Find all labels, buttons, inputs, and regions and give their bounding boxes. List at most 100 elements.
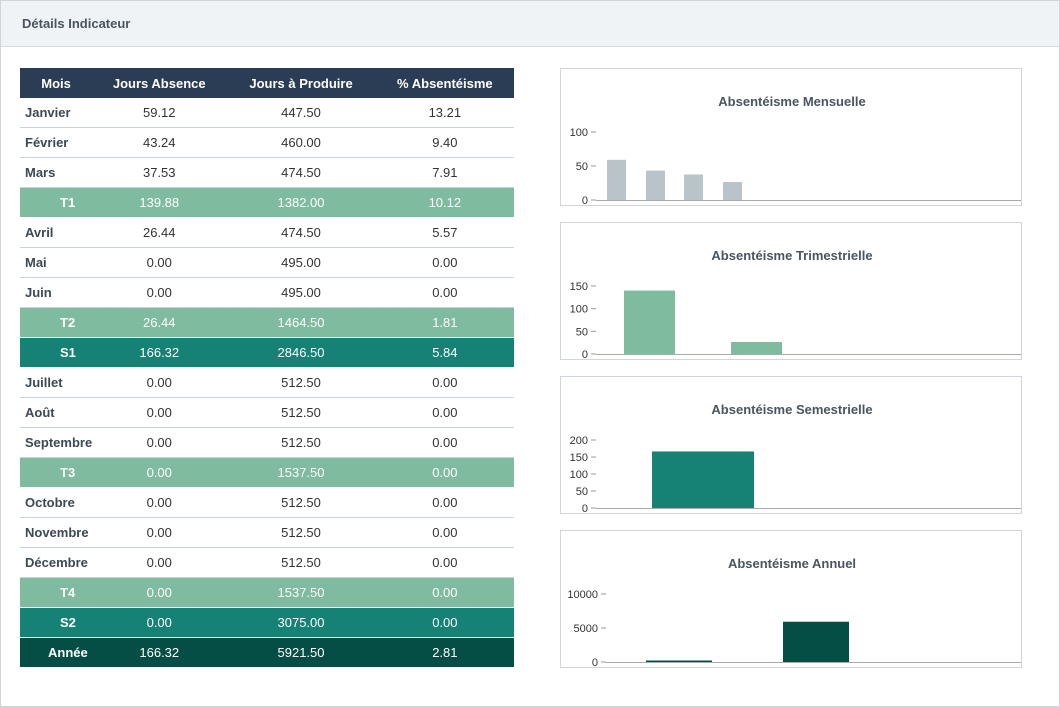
row-jours-absence: 0.00 xyxy=(92,517,227,548)
row-label: Décembre xyxy=(20,547,93,578)
row-jours-a-produire: 512.50 xyxy=(226,397,376,428)
y-tick-label: 150 xyxy=(570,281,588,293)
bar xyxy=(652,451,754,508)
table-row: Mars 37.53 474.50 7.91 xyxy=(20,157,514,188)
semester-total-row: S2 0.00 3075.00 0.00 xyxy=(20,607,514,638)
row-pct-absenteisme: 0.00 xyxy=(375,367,514,398)
bar xyxy=(684,174,703,200)
table-header-row: Mois Jours Absence Jours à Produire % Ab… xyxy=(20,68,514,98)
y-tick-label: 50 xyxy=(576,161,588,173)
row-label: Avril xyxy=(20,217,93,248)
table-row: Janvier 59.12 447.50 13.21 xyxy=(20,98,514,128)
panel-title: Détails Indicateur xyxy=(22,16,131,31)
y-tick-label: 150 xyxy=(570,452,588,464)
row-label: T1 xyxy=(20,187,93,218)
quarter-total-row: T3 0.00 1537.50 0.00 xyxy=(20,457,514,488)
chart-quarterly-svg: Absentéisme Trimestrielle 0 50 100 150 xyxy=(570,248,1021,361)
row-jours-absence: 0.00 xyxy=(92,457,227,488)
row-pct-absenteisme: 7.91 xyxy=(375,157,514,188)
bar xyxy=(624,290,675,354)
row-pct-absenteisme: 0.00 xyxy=(375,457,514,488)
row-jours-a-produire: 512.50 xyxy=(226,487,376,518)
row-jours-a-produire: 512.50 xyxy=(226,517,376,548)
row-pct-absenteisme: 0.00 xyxy=(375,277,514,308)
chart-monthly-svg: Absentéisme Mensuelle 0 50 100 xyxy=(570,94,1021,207)
y-tick-label: 100 xyxy=(570,127,588,139)
column-header-pct-absenteisme: % Absentéisme xyxy=(375,68,514,98)
row-pct-absenteisme: 0.00 xyxy=(375,577,514,608)
y-tick-label: 100 xyxy=(570,469,588,481)
row-pct-absenteisme: 5.57 xyxy=(375,217,514,248)
year-total-row: Année 166.32 5921.50 2.81 xyxy=(20,637,514,667)
row-pct-absenteisme: 0.00 xyxy=(375,547,514,578)
y-tick-label: 50 xyxy=(576,326,588,338)
row-jours-a-produire: 512.50 xyxy=(226,547,376,578)
row-jours-absence: 166.32 xyxy=(92,337,227,368)
bar xyxy=(723,182,742,200)
row-jours-a-produire: 512.50 xyxy=(226,367,376,398)
quarter-total-row: T1 139.88 1382.00 10.12 xyxy=(20,187,514,218)
row-pct-absenteisme: 0.00 xyxy=(375,397,514,428)
row-label: Année xyxy=(20,637,93,667)
row-jours-a-produire: 1537.50 xyxy=(226,457,376,488)
absence-table: Mois Jours Absence Jours à Produire % Ab… xyxy=(20,68,514,667)
chart-title: Absentéisme Semestrielle xyxy=(711,402,872,417)
row-jours-absence: 0.00 xyxy=(92,607,227,638)
table-row: Juin 0.00 495.00 0.00 xyxy=(20,277,514,308)
chart-semester: Absentéisme Semestrielle 0 50 100 150 200 xyxy=(560,376,1022,515)
row-label: S1 xyxy=(20,337,93,368)
row-jours-a-produire: 447.50 xyxy=(226,98,376,128)
y-tick-label: 5000 xyxy=(574,623,598,635)
row-jours-a-produire: 1464.50 xyxy=(226,307,376,338)
row-label: S2 xyxy=(20,607,93,638)
y-tick-label: 200 xyxy=(570,435,588,447)
table-body: Janvier 59.12 447.50 13.21 Février 43.24 460.0… xyxy=(20,98,514,667)
row-jours-absence: 0.00 xyxy=(92,487,227,518)
quarter-total-row: T4 0.00 1537.50 0.00 xyxy=(20,577,514,608)
row-pct-absenteisme: 0.00 xyxy=(375,517,514,548)
row-jours-a-produire: 512.50 xyxy=(226,427,376,458)
row-pct-absenteisme: 0.00 xyxy=(375,427,514,458)
row-jours-absence: 43.24 xyxy=(92,127,227,158)
row-label: Janvier xyxy=(20,98,93,128)
row-jours-a-produire: 1382.00 xyxy=(226,187,376,218)
row-jours-a-produire: 474.50 xyxy=(226,217,376,248)
row-pct-absenteisme: 2.81 xyxy=(375,637,514,667)
row-jours-a-produire: 2846.50 xyxy=(226,337,376,368)
column-header-jours-a-produire: Jours à Produire xyxy=(226,68,376,98)
row-label: Septembre xyxy=(20,427,93,458)
bar xyxy=(731,342,782,354)
row-label: T2 xyxy=(20,307,93,338)
y-tick-label: 0 xyxy=(592,657,598,669)
chart-semester-svg: Absentéisme Semestrielle 0 50 100 150 200 xyxy=(570,402,1021,515)
table-row: Octobre 0.00 512.50 0.00 xyxy=(20,487,514,518)
row-jours-absence: 166.32 xyxy=(92,637,227,667)
bar xyxy=(607,159,626,200)
row-label: Mai xyxy=(20,247,93,278)
row-jours-absence: 26.44 xyxy=(92,307,227,338)
column-header-jours-absence: Jours Absence xyxy=(92,68,227,98)
chart-annual-svg: Absentéisme Annuel 0 5000 10000 xyxy=(567,556,1021,669)
bar xyxy=(783,621,849,662)
row-jours-a-produire: 1537.50 xyxy=(226,577,376,608)
row-jours-a-produire: 474.50 xyxy=(226,157,376,188)
row-label: Février xyxy=(20,127,93,158)
row-label: T4 xyxy=(20,577,93,608)
row-pct-absenteisme: 1.81 xyxy=(375,307,514,338)
quarter-total-row: T2 26.44 1464.50 1.81 xyxy=(20,307,514,338)
row-jours-absence: 0.00 xyxy=(92,547,227,578)
y-tick-label: 0 xyxy=(582,349,588,361)
row-jours-absence: 0.00 xyxy=(92,247,227,278)
bar xyxy=(646,660,712,662)
row-jours-a-produire: 5921.50 xyxy=(226,637,376,667)
y-tick-label: 0 xyxy=(582,195,588,207)
row-pct-absenteisme: 0.00 xyxy=(375,487,514,518)
row-pct-absenteisme: 13.21 xyxy=(375,98,514,128)
chart-title: Absentéisme Mensuelle xyxy=(718,94,865,109)
row-jours-absence: 0.00 xyxy=(92,577,227,608)
chart-quarterly: Absentéisme Trimestrielle 0 50 100 150 xyxy=(560,222,1022,361)
row-pct-absenteisme: 0.00 xyxy=(375,247,514,278)
table-row: Août 0.00 512.50 0.00 xyxy=(20,397,514,428)
semester-total-row: S1 166.32 2846.50 5.84 xyxy=(20,337,514,368)
row-jours-a-produire: 495.00 xyxy=(226,247,376,278)
